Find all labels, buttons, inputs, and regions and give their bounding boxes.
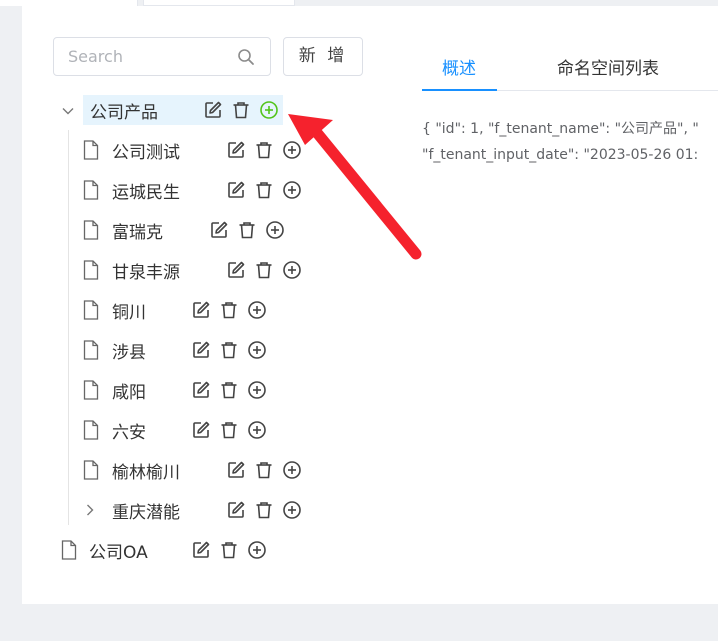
- tree-node-child[interactable]: 重庆潜能: [112, 495, 180, 525]
- overview-json-line: { "id": 1, "f_tenant_name": "公司产品", ": [422, 121, 699, 137]
- file-icon: [61, 540, 77, 560]
- tree-node-second-root[interactable]: 公司OA: [89, 535, 148, 565]
- tree-node-label: 运城民生: [112, 182, 180, 203]
- overview-json-line: "f_tenant_input_date": "2023-05-26 01:: [422, 147, 699, 163]
- tree-node-child[interactable]: 榆林榆川: [112, 455, 180, 485]
- tree-node-label: 六安: [112, 422, 146, 443]
- tree-node-child[interactable]: 咸阳: [112, 375, 146, 405]
- edit-icon[interactable]: [226, 500, 246, 520]
- file-icon: [83, 380, 99, 400]
- search-box: [53, 37, 271, 76]
- trash-icon[interactable]: [254, 500, 274, 520]
- node-actions: [226, 500, 302, 520]
- node-actions: [209, 220, 285, 240]
- plus-circle-icon[interactable]: [282, 260, 302, 280]
- trash-icon[interactable]: [254, 180, 274, 200]
- tree-node-child[interactable]: 公司测试: [112, 135, 180, 165]
- tree-node-label: 公司测试: [112, 142, 180, 163]
- tree-node-child[interactable]: 甘泉丰源: [112, 255, 180, 285]
- tree-node-child[interactable]: 六安: [112, 415, 146, 445]
- node-actions: [191, 540, 267, 560]
- plus-circle-icon[interactable]: [259, 100, 279, 120]
- tree-node-child[interactable]: 涉县: [112, 335, 146, 365]
- tree-node-label: 甘泉丰源: [112, 262, 180, 283]
- plus-circle-icon[interactable]: [247, 540, 267, 560]
- tree-node-label: 公司产品: [90, 102, 158, 123]
- trash-icon[interactable]: [254, 260, 274, 280]
- edit-icon[interactable]: [191, 300, 211, 320]
- file-icon: [83, 180, 99, 200]
- plus-circle-icon[interactable]: [247, 300, 267, 320]
- node-actions: [203, 100, 279, 120]
- tree-node-label: 咸阳: [112, 382, 146, 403]
- search-input[interactable]: [54, 38, 234, 75]
- tree-node-child[interactable]: 富瑞克: [112, 215, 163, 245]
- chevron-right-icon[interactable]: [83, 503, 97, 517]
- detail-tabs: 概述 命名空间列表: [422, 40, 718, 91]
- tree-node-label: 公司OA: [89, 542, 148, 563]
- tree-node-label: 铜川: [112, 302, 146, 323]
- file-icon: [83, 140, 99, 160]
- tree-node-child[interactable]: 铜川: [112, 295, 146, 325]
- edit-icon[interactable]: [209, 220, 229, 240]
- overview-json: { "id": 1, "f_tenant_name": "公司产品", " "f…: [422, 116, 718, 168]
- trash-icon[interactable]: [254, 140, 274, 160]
- plus-circle-icon[interactable]: [247, 380, 267, 400]
- edit-icon[interactable]: [203, 100, 223, 120]
- trash-icon[interactable]: [237, 220, 257, 240]
- search-icon[interactable]: [236, 47, 256, 67]
- tree-node-label: 重庆潜能: [112, 502, 180, 523]
- edit-icon[interactable]: [226, 460, 246, 480]
- node-actions: [226, 460, 302, 480]
- tab-namespace-list[interactable]: 命名空间列表: [557, 54, 659, 79]
- node-actions: [226, 180, 302, 200]
- plus-circle-icon[interactable]: [265, 220, 285, 240]
- edit-icon[interactable]: [226, 140, 246, 160]
- node-actions: [191, 300, 267, 320]
- file-icon: [83, 340, 99, 360]
- file-icon: [83, 460, 99, 480]
- plus-circle-icon[interactable]: [282, 500, 302, 520]
- plus-circle-icon[interactable]: [282, 140, 302, 160]
- plus-circle-icon[interactable]: [282, 180, 302, 200]
- edit-icon[interactable]: [226, 180, 246, 200]
- add-button[interactable]: 新 增: [283, 37, 363, 76]
- file-icon: [83, 220, 99, 240]
- edit-icon[interactable]: [191, 420, 211, 440]
- chevron-down-icon[interactable]: [61, 104, 75, 118]
- tab-overview[interactable]: 概述: [442, 54, 476, 79]
- edit-icon[interactable]: [191, 540, 211, 560]
- node-actions: [226, 140, 302, 160]
- file-icon: [83, 300, 99, 320]
- trash-icon[interactable]: [219, 420, 239, 440]
- active-tab-indicator: [422, 89, 497, 91]
- node-actions: [226, 260, 302, 280]
- tree-node-label: 榆林榆川: [112, 462, 180, 483]
- plus-circle-icon[interactable]: [247, 420, 267, 440]
- tree-guide-line: [68, 130, 69, 525]
- trash-icon[interactable]: [219, 380, 239, 400]
- tree-node-label: 涉县: [112, 342, 146, 363]
- node-actions: [191, 340, 267, 360]
- edit-icon[interactable]: [191, 380, 211, 400]
- trash-icon[interactable]: [219, 300, 239, 320]
- plus-circle-icon[interactable]: [282, 460, 302, 480]
- node-actions: [191, 380, 267, 400]
- file-icon: [83, 420, 99, 440]
- edit-icon[interactable]: [226, 260, 246, 280]
- tree-node-label: 富瑞克: [112, 222, 163, 243]
- node-actions: [191, 420, 267, 440]
- trash-icon[interactable]: [219, 340, 239, 360]
- tree-node-child[interactable]: 运城民生: [112, 175, 180, 205]
- trash-icon[interactable]: [254, 460, 274, 480]
- trash-icon[interactable]: [219, 540, 239, 560]
- file-icon: [83, 260, 99, 280]
- plus-circle-icon[interactable]: [247, 340, 267, 360]
- trash-icon[interactable]: [231, 100, 251, 120]
- edit-icon[interactable]: [191, 340, 211, 360]
